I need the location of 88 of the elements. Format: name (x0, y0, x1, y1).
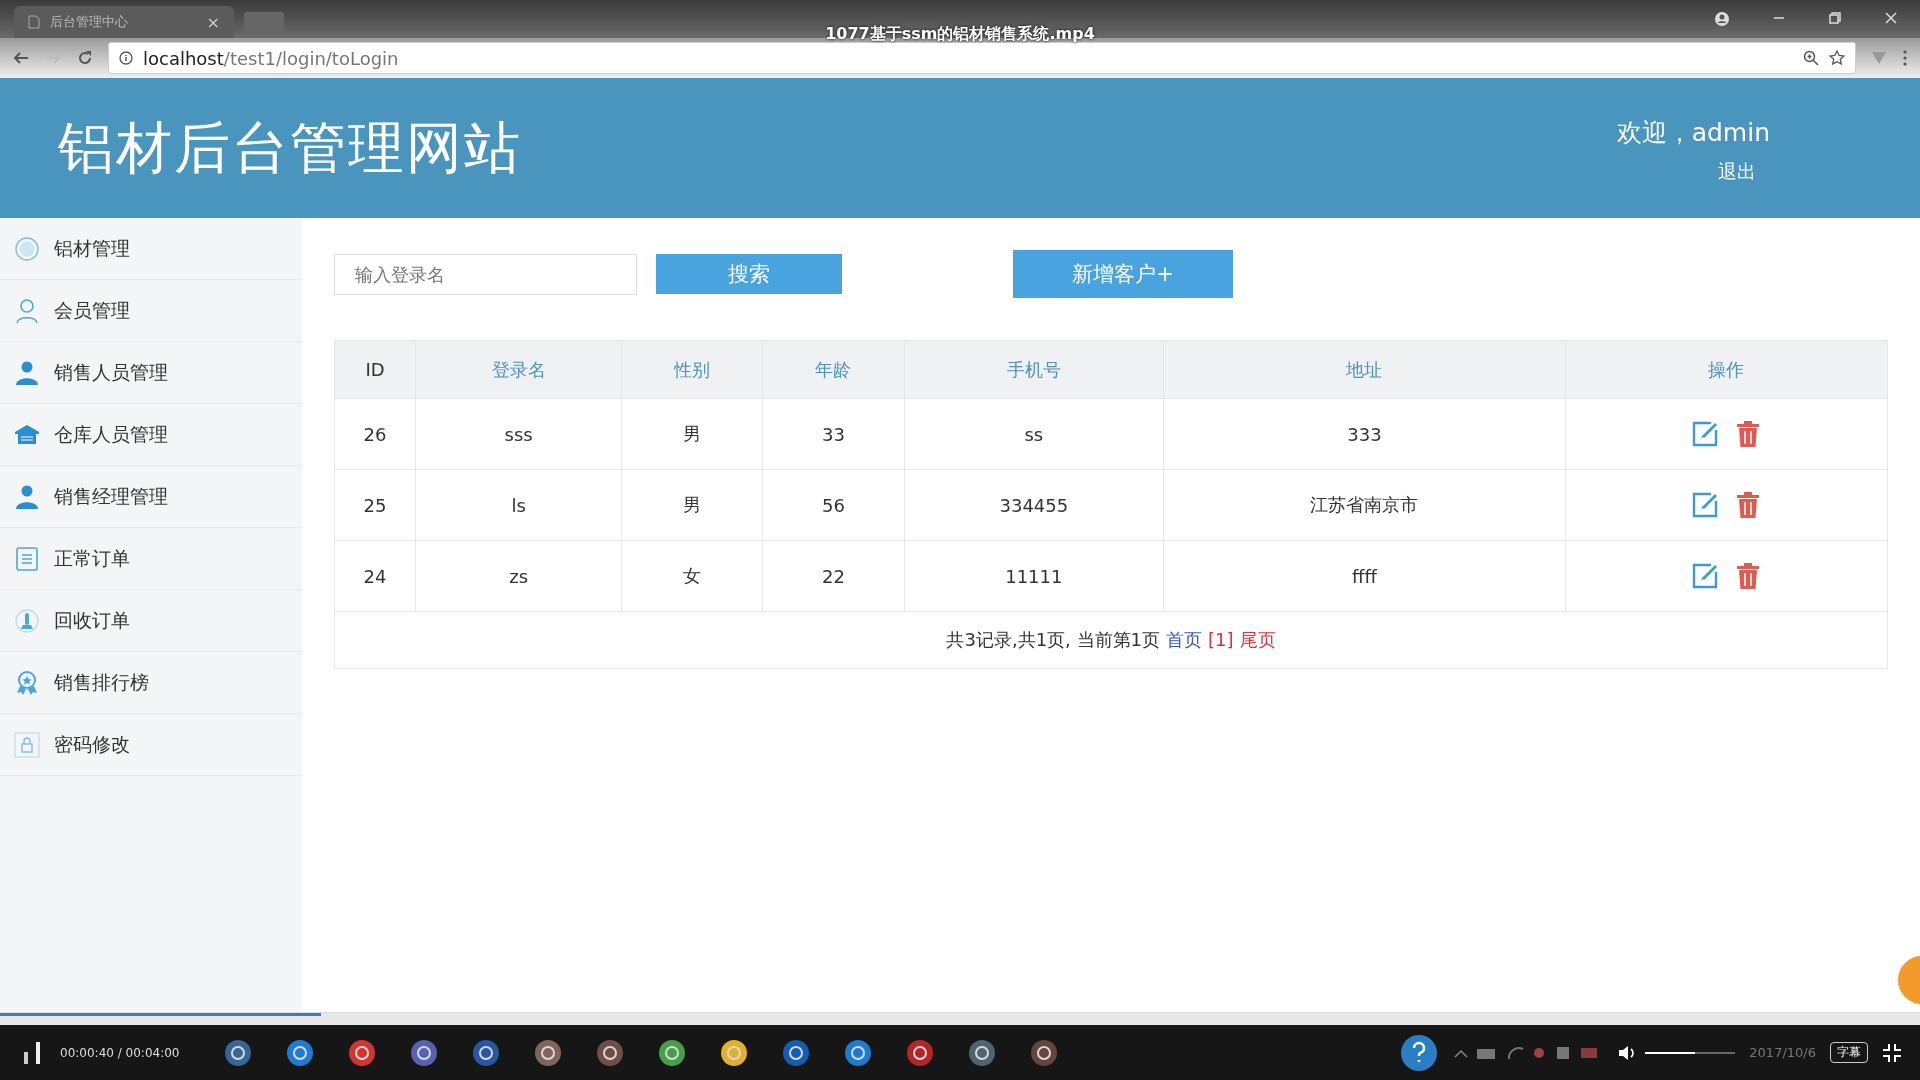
delete-icon[interactable] (1735, 562, 1762, 590)
column-header: 年龄 (762, 340, 905, 399)
sidebar-item[interactable]: 销售排行榜 (0, 652, 302, 714)
sidebar-item[interactable]: 会员管理 (0, 280, 302, 342)
table-cell: 女 (621, 540, 763, 612)
menu-icon[interactable] (1902, 49, 1908, 67)
edit-icon[interactable] (1691, 562, 1720, 590)
taskbar-app-icon[interactable] (843, 1037, 874, 1068)
table-cell: 334455 (904, 469, 1164, 541)
subtitle-button[interactable]: 字幕 (1830, 1042, 1868, 1063)
sidebar-item[interactable]: 铝材管理 (0, 218, 302, 280)
exit-fullscreen-icon[interactable] (1882, 1042, 1902, 1063)
sidebar-item[interactable]: 回收订单 (0, 590, 302, 652)
browser-tab[interactable]: 后台管理中心 × (14, 6, 234, 38)
sidebar-item[interactable]: 正常订单 (0, 528, 302, 590)
url-text: localhost/test1/login/toLogin (143, 47, 399, 69)
table-cell: ss (904, 398, 1164, 470)
user-outline-icon (14, 297, 40, 324)
lock-icon (14, 731, 40, 758)
column-header: 登录名 (415, 340, 622, 399)
sidebar-item[interactable]: 仓库人员管理 (0, 404, 302, 466)
table-cell: ffff (1163, 540, 1566, 612)
award-icon (14, 669, 40, 696)
edit-icon[interactable] (1691, 420, 1720, 448)
bookmark-star-icon[interactable] (1829, 50, 1845, 66)
user-icon (14, 359, 40, 386)
taskbar-date: 2017/10/6 (1749, 1045, 1816, 1060)
table-cell: 33 (762, 398, 905, 470)
table-cell: 男 (621, 469, 763, 541)
column-header: 性别 (621, 340, 763, 399)
zoom-icon[interactable] (1803, 50, 1819, 66)
taskbar-app-icon[interactable] (409, 1037, 440, 1068)
column-header: 地址 (1163, 340, 1566, 399)
column-header: 操作 (1565, 340, 1888, 399)
sidebar-item[interactable]: 销售人员管理 (0, 342, 302, 404)
address-field[interactable]: localhost/test1/login/toLogin (108, 42, 1856, 74)
table-cell: 25 (334, 469, 416, 541)
taskbar-app-icon[interactable] (781, 1037, 812, 1068)
taskbar-app-icon[interactable] (719, 1037, 750, 1068)
taskbar-app-icon[interactable] (285, 1037, 316, 1068)
last-page-link[interactable]: 尾页 (1239, 629, 1276, 650)
taskbar-app-icon[interactable] (905, 1037, 936, 1068)
welcome-text: 欢迎，admin (1616, 117, 1770, 149)
table-cell: ls (415, 469, 622, 541)
table-cell: 22 (762, 540, 905, 612)
close-icon[interactable] (1884, 11, 1898, 25)
restore-icon[interactable] (1828, 11, 1842, 25)
account-icon[interactable] (1714, 11, 1730, 27)
taskbar-app-icon[interactable] (533, 1037, 564, 1068)
sidebar-item[interactable]: 销售经理管理 (0, 466, 302, 528)
clipboard-icon (14, 545, 40, 572)
sidebar-item[interactable]: 密码修改 (0, 714, 302, 776)
table-cell: 333 (1163, 398, 1566, 470)
table-cell: zs (415, 540, 622, 612)
table-cell: 男 (621, 398, 763, 470)
taskbar-app-icon[interactable] (967, 1037, 998, 1068)
table-cell: sss (415, 398, 622, 470)
info-icon (119, 51, 133, 65)
playback-time: 00:00:40 / 00:04:00 (60, 1045, 180, 1060)
table-cell: 26 (334, 398, 416, 470)
reload-icon[interactable] (76, 49, 94, 67)
tab-title: 后台管理中心 (50, 13, 128, 31)
edit-icon[interactable] (1691, 491, 1720, 519)
taskbar-app-icon[interactable] (657, 1037, 688, 1068)
taskbar-app-icon[interactable] (347, 1037, 378, 1068)
volume-slider[interactable] (1645, 1051, 1736, 1054)
page-icon (28, 15, 40, 29)
search-field[interactable]: 输入登录名 (334, 253, 637, 295)
help-icon[interactable] (1399, 1032, 1440, 1073)
close-tab-button[interactable]: × (206, 12, 220, 32)
video-progress-bar[interactable] (0, 1012, 1920, 1025)
table-cell: 11111 (904, 540, 1164, 612)
site-title: 铝材后台管理网站 (58, 114, 522, 182)
first-page-link[interactable]: 首页 (1166, 629, 1202, 650)
table-cell: 56 (762, 469, 905, 541)
video-title: 1077基于ssm的铝材销售系统.mp4 (825, 24, 1095, 45)
column-header: ID (334, 340, 416, 399)
taskbar-app-icon[interactable] (1029, 1037, 1060, 1068)
table-cell: 24 (334, 540, 416, 612)
column-header: 手机号 (904, 340, 1164, 399)
delete-icon[interactable] (1735, 491, 1762, 519)
taskbar-app-icon[interactable] (223, 1037, 254, 1068)
page-number-link[interactable]: [1] (1208, 629, 1234, 650)
taskbar-app-icon[interactable] (595, 1037, 626, 1068)
taskbar-app-icon[interactable] (471, 1037, 502, 1068)
delete-icon[interactable] (1735, 420, 1762, 448)
pagination-summary: 共3记录,共1页, 当前第1页 (946, 629, 1160, 650)
table-cell: 江苏省南京市 (1163, 469, 1566, 541)
